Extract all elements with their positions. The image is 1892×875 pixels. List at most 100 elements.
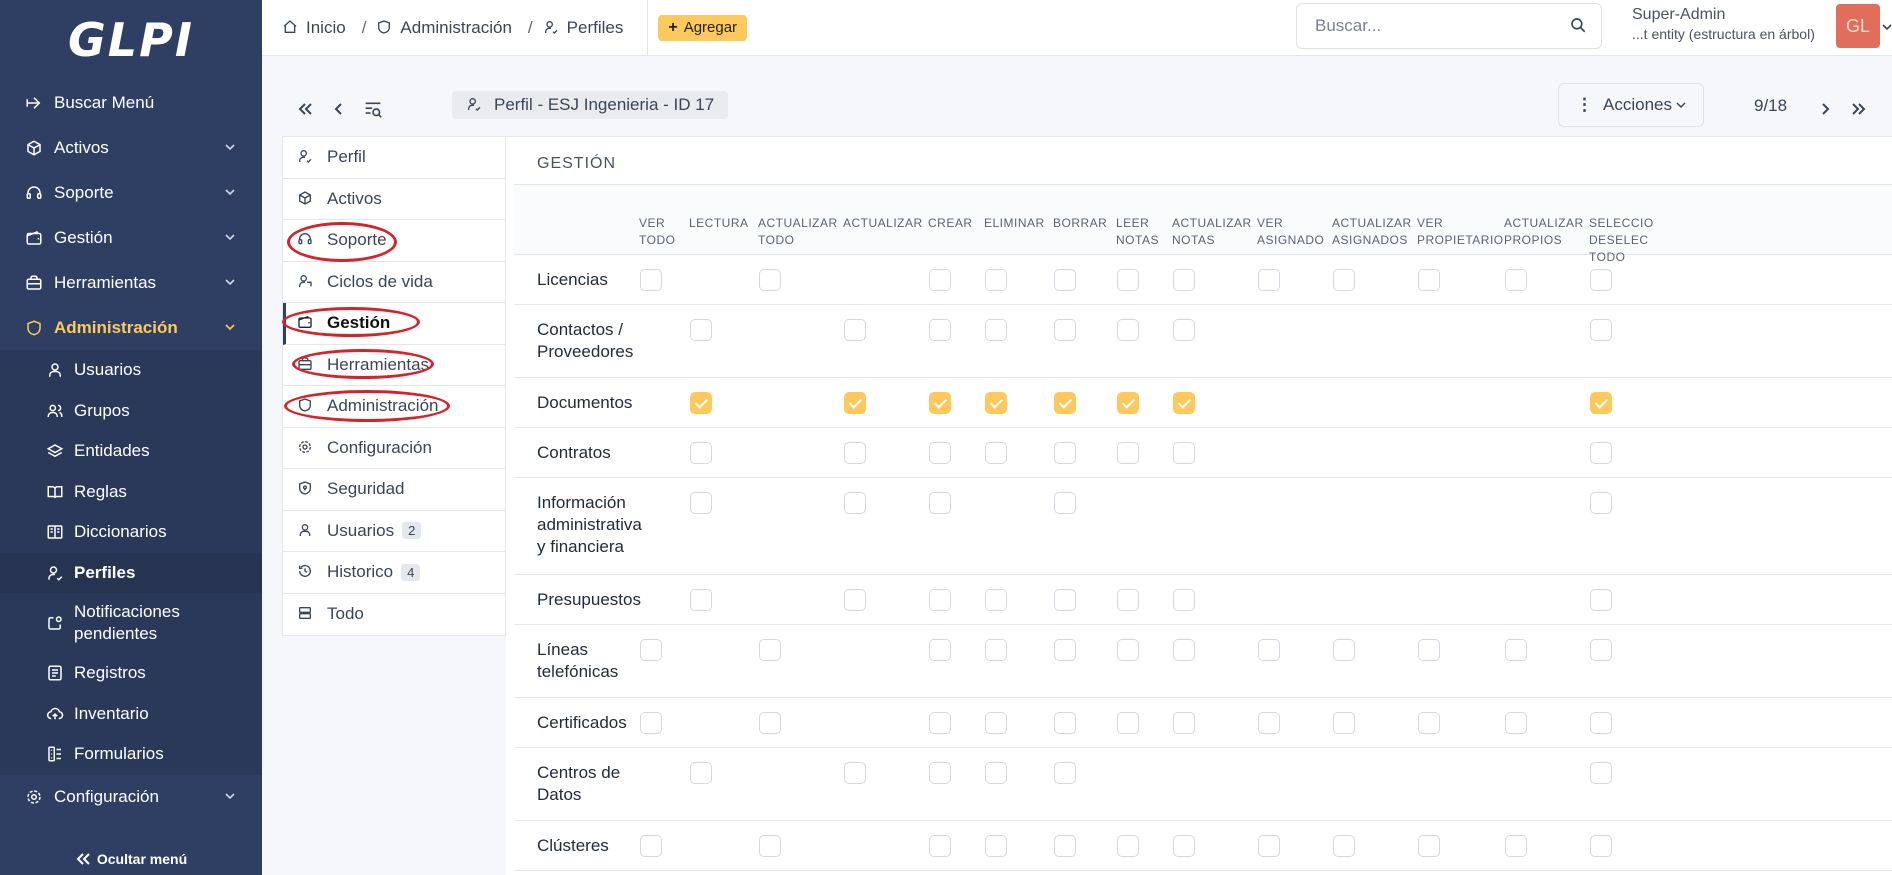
right-checkbox[interactable] (844, 492, 866, 514)
right-checkbox[interactable] (1590, 835, 1612, 857)
right-checkbox[interactable] (929, 639, 951, 661)
right-checkbox[interactable] (690, 319, 712, 341)
right-checkbox[interactable] (1590, 712, 1612, 734)
avatar[interactable]: GL (1836, 4, 1880, 48)
right-checkbox[interactable] (1117, 639, 1139, 661)
subnav-notificaciones-pendientes[interactable]: Notificaciones pendientes (0, 593, 262, 653)
right-checkbox[interactable] (1173, 589, 1195, 611)
right-checkbox[interactable] (690, 492, 712, 514)
right-checkbox[interactable] (1054, 392, 1076, 414)
right-checkbox[interactable] (844, 762, 866, 784)
right-checkbox[interactable] (1117, 269, 1139, 291)
nav-configuracion[interactable]: Configuración (0, 775, 262, 820)
subnav-inventario[interactable]: Inventario (0, 694, 262, 735)
subnav-reglas[interactable]: Reglas (0, 472, 262, 513)
right-checkbox[interactable] (1258, 269, 1280, 291)
right-checkbox[interactable] (1505, 639, 1527, 661)
tab-historico[interactable]: Historico 4 (283, 552, 505, 594)
subnav-perfiles[interactable]: Perfiles (0, 552, 262, 593)
right-checkbox[interactable] (1590, 442, 1612, 464)
add-button[interactable]: + Agregar (658, 14, 748, 41)
right-checkbox[interactable] (1333, 269, 1355, 291)
tab-ciclos-de-vida[interactable]: Ciclos de vida (283, 262, 505, 303)
right-checkbox[interactable] (985, 442, 1007, 464)
breadcrumb-administracion[interactable]: Administración (376, 18, 512, 38)
right-checkbox[interactable] (1418, 639, 1440, 661)
right-checkbox[interactable] (1117, 589, 1139, 611)
right-checkbox[interactable] (1173, 835, 1195, 857)
right-checkbox[interactable] (929, 442, 951, 464)
nav-buscar-menu[interactable]: Buscar Menú (0, 80, 262, 125)
glpi-logo[interactable]: GLPI (0, 0, 262, 80)
right-checkbox[interactable] (759, 712, 781, 734)
subnav-formularios[interactable]: Formularios (0, 734, 262, 775)
subnav-usuarios[interactable]: Usuarios (0, 350, 262, 391)
right-checkbox[interactable] (985, 269, 1007, 291)
right-checkbox[interactable] (690, 762, 712, 784)
right-checkbox[interactable] (1418, 712, 1440, 734)
subnav-entidades[interactable]: Entidades (0, 431, 262, 472)
tab-herramientas[interactable]: Herramientas (283, 345, 505, 386)
right-checkbox[interactable] (1117, 392, 1139, 414)
right-checkbox[interactable] (985, 712, 1007, 734)
tab-perfil[interactable]: Perfil (283, 137, 505, 179)
right-checkbox[interactable] (1418, 269, 1440, 291)
last-record-button[interactable] (1848, 98, 1870, 120)
actions-button[interactable]: ⋮ Acciones (1558, 83, 1704, 127)
search-icon[interactable] (1569, 16, 1589, 36)
tab-seguridad[interactable]: Seguridad (283, 469, 505, 511)
right-checkbox[interactable] (1054, 319, 1076, 341)
right-checkbox[interactable] (1054, 835, 1076, 857)
right-checkbox[interactable] (1590, 589, 1612, 611)
tab-activos[interactable]: Activos (283, 179, 505, 220)
next-record-button[interactable] (1814, 98, 1836, 120)
list-view-button[interactable] (362, 98, 384, 120)
right-checkbox[interactable] (1590, 492, 1612, 514)
right-checkbox[interactable] (929, 269, 951, 291)
right-checkbox[interactable] (929, 589, 951, 611)
search-input[interactable] (1315, 16, 1569, 36)
tab-todo[interactable]: Todo (283, 594, 505, 636)
tab-administracion[interactable]: Administración (283, 386, 505, 428)
right-checkbox[interactable] (985, 319, 1007, 341)
right-checkbox[interactable] (1173, 712, 1195, 734)
right-checkbox[interactable] (985, 639, 1007, 661)
tab-soporte[interactable]: Soporte (283, 220, 505, 262)
right-checkbox[interactable] (1054, 492, 1076, 514)
right-checkbox[interactable] (640, 639, 662, 661)
right-checkbox[interactable] (844, 392, 866, 414)
right-checkbox[interactable] (759, 639, 781, 661)
right-checkbox[interactable] (985, 762, 1007, 784)
right-checkbox[interactable] (929, 392, 951, 414)
right-checkbox[interactable] (1333, 835, 1355, 857)
nav-gestion[interactable]: Gestión (0, 215, 262, 260)
right-checkbox[interactable] (1117, 442, 1139, 464)
right-checkbox[interactable] (1173, 639, 1195, 661)
right-checkbox[interactable] (1505, 269, 1527, 291)
right-checkbox[interactable] (1418, 835, 1440, 857)
breadcrumb-perfiles[interactable]: Perfiles (543, 18, 623, 38)
right-checkbox[interactable] (985, 589, 1007, 611)
right-checkbox[interactable] (640, 269, 662, 291)
previous-record-button[interactable] (328, 98, 350, 120)
right-checkbox[interactable] (1054, 442, 1076, 464)
right-checkbox[interactable] (1505, 835, 1527, 857)
right-checkbox[interactable] (640, 712, 662, 734)
tab-configuracion[interactable]: Configuración (283, 428, 505, 469)
nav-activos[interactable]: Activos (0, 125, 262, 170)
right-checkbox[interactable] (1117, 835, 1139, 857)
breadcrumb-home[interactable]: Inicio (282, 18, 346, 38)
user-menu[interactable]: Super-Admin ...t entity (estructura en á… (1632, 6, 1815, 42)
right-checkbox[interactable] (929, 712, 951, 734)
nav-herramientas[interactable]: Herramientas (0, 260, 262, 305)
right-checkbox[interactable] (1173, 392, 1195, 414)
right-checkbox[interactable] (1054, 589, 1076, 611)
right-checkbox[interactable] (1590, 319, 1612, 341)
right-checkbox[interactable] (759, 835, 781, 857)
right-checkbox[interactable] (1117, 319, 1139, 341)
right-checkbox[interactable] (1054, 762, 1076, 784)
right-checkbox[interactable] (929, 319, 951, 341)
right-checkbox[interactable] (985, 392, 1007, 414)
tab-gestion[interactable]: Gestión (283, 303, 505, 345)
right-checkbox[interactable] (1258, 712, 1280, 734)
